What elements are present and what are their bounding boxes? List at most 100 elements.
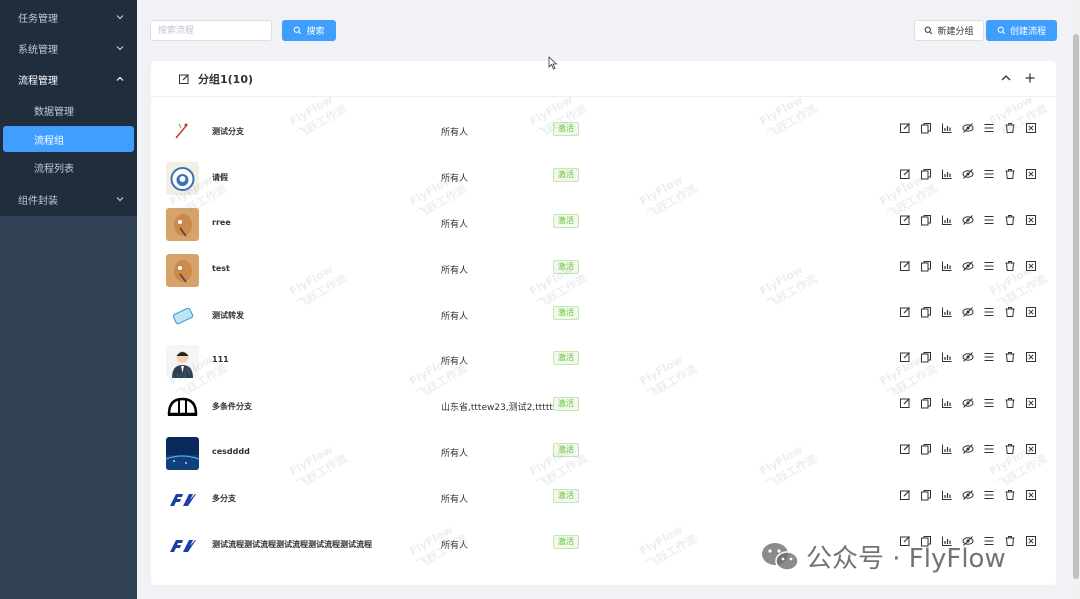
eye-off-icon[interactable] — [962, 122, 974, 134]
delete-icon[interactable] — [1004, 443, 1016, 455]
flow-name: 多条件分支 — [212, 402, 252, 411]
delete-icon[interactable] — [1004, 351, 1016, 363]
eye-off-icon[interactable] — [962, 260, 974, 272]
copy-icon[interactable] — [920, 489, 932, 501]
flow-owner: 山东省,tttew23,测试2,ttttt — [441, 403, 553, 413]
copy-icon[interactable] — [920, 306, 932, 318]
sub-item-flow-list[interactable]: 流程列表 — [0, 153, 137, 182]
delete-icon[interactable] — [1004, 168, 1016, 180]
menu-system-management[interactable]: 系统管理 — [0, 31, 137, 65]
close-square-icon[interactable] — [1025, 122, 1037, 134]
close-square-icon[interactable] — [1025, 260, 1037, 272]
page-scrollbar[interactable] — [1072, 0, 1080, 599]
status-badge: 激活 — [553, 168, 579, 182]
menu-icon[interactable] — [983, 214, 995, 226]
close-square-icon[interactable] — [1025, 397, 1037, 409]
eye-off-icon[interactable] — [962, 168, 974, 180]
menu-component[interactable]: 组件封装 — [0, 182, 137, 216]
flow-owner: 所有人 — [441, 220, 469, 230]
copy-icon[interactable] — [920, 443, 932, 455]
flow-owner: 所有人 — [441, 174, 469, 184]
delete-icon[interactable] — [1004, 306, 1016, 318]
eye-off-icon[interactable] — [962, 306, 974, 318]
flow-row: 测试转发 所有人 激活 — [151, 293, 1056, 339]
close-square-icon[interactable] — [1025, 168, 1037, 180]
copy-icon[interactable] — [920, 397, 932, 409]
delete-icon[interactable] — [1004, 535, 1016, 547]
edit-icon[interactable] — [899, 397, 911, 409]
flow-owner: 所有人 — [441, 449, 469, 459]
chart-icon[interactable] — [941, 214, 953, 226]
sub-item-flow-group[interactable]: 流程组 — [3, 126, 134, 152]
menu-icon[interactable] — [983, 260, 995, 272]
status-badge: 激活 — [553, 397, 579, 411]
menu-icon[interactable] — [983, 122, 995, 134]
close-square-icon[interactable] — [1025, 306, 1037, 318]
sub-item-data-management[interactable]: 数据管理 — [0, 96, 137, 125]
menu-flow-management[interactable]: 流程管理 — [0, 62, 137, 96]
chart-icon[interactable] — [941, 168, 953, 180]
chart-icon[interactable] — [941, 489, 953, 501]
menu-icon[interactable] — [983, 397, 995, 409]
chart-icon[interactable] — [941, 306, 953, 318]
close-square-icon[interactable] — [1025, 351, 1037, 363]
search-button[interactable]: 搜索 — [282, 20, 336, 41]
flow-name: 请假 — [212, 173, 228, 182]
eye-off-icon[interactable] — [962, 489, 974, 501]
edit-icon[interactable] — [178, 73, 190, 85]
menu-label: 流程管理 — [18, 75, 58, 87]
new-group-button[interactable]: 新建分组 — [914, 20, 984, 41]
menu-icon[interactable] — [983, 168, 995, 180]
close-square-icon[interactable] — [1025, 489, 1037, 501]
row-actions — [899, 168, 1037, 180]
edit-icon[interactable] — [899, 168, 911, 180]
menu-icon[interactable] — [983, 306, 995, 318]
delete-icon[interactable] — [1004, 122, 1016, 134]
copy-icon[interactable] — [920, 260, 932, 272]
status-badge: 激活 — [553, 260, 579, 274]
edit-icon[interactable] — [899, 443, 911, 455]
copy-icon[interactable] — [920, 168, 932, 180]
delete-icon[interactable] — [1004, 397, 1016, 409]
chart-icon[interactable] — [941, 260, 953, 272]
copy-icon[interactable] — [920, 351, 932, 363]
chart-icon[interactable] — [941, 443, 953, 455]
scrollbar-thumb[interactable] — [1073, 34, 1079, 579]
sub-item-label: 流程列表 — [34, 164, 74, 175]
eye-off-icon[interactable] — [962, 443, 974, 455]
plus-icon[interactable] — [1024, 72, 1036, 84]
chevron-down-icon — [116, 197, 124, 202]
menu-icon[interactable] — [983, 489, 995, 501]
chart-icon[interactable] — [941, 397, 953, 409]
submenu-flow: 数据管理 流程组 流程列表 — [0, 96, 137, 182]
eye-off-icon[interactable] — [962, 351, 974, 363]
delete-icon[interactable] — [1004, 489, 1016, 501]
search-input[interactable] — [150, 20, 272, 41]
edit-icon[interactable] — [899, 489, 911, 501]
edit-icon[interactable] — [899, 214, 911, 226]
edit-icon[interactable] — [899, 260, 911, 272]
delete-icon[interactable] — [1004, 214, 1016, 226]
copy-icon[interactable] — [920, 214, 932, 226]
flow-owner: 所有人 — [441, 266, 469, 276]
edit-icon[interactable] — [899, 122, 911, 134]
edit-icon[interactable] — [899, 306, 911, 318]
flow-owner: 所有人 — [441, 495, 469, 505]
close-square-icon[interactable] — [1025, 443, 1037, 455]
delete-icon[interactable] — [1004, 260, 1016, 272]
eye-off-icon[interactable] — [962, 397, 974, 409]
close-square-icon[interactable] — [1025, 214, 1037, 226]
edit-icon[interactable] — [899, 351, 911, 363]
copy-icon[interactable] — [920, 122, 932, 134]
eye-off-icon[interactable] — [962, 214, 974, 226]
flow-name: 测试分支 — [212, 127, 244, 136]
menu-icon[interactable] — [983, 443, 995, 455]
flow-row: 测试分支 所有人 激活 — [151, 109, 1056, 155]
create-flow-button[interactable]: 创建流程 — [986, 20, 1057, 41]
menu-icon[interactable] — [983, 351, 995, 363]
chart-icon[interactable] — [941, 351, 953, 363]
chevron-up-icon[interactable] — [1000, 72, 1012, 84]
menu-task-management[interactable]: 任务管理 — [0, 0, 137, 34]
chart-icon[interactable] — [941, 122, 953, 134]
close-square-icon[interactable] — [1025, 535, 1037, 547]
